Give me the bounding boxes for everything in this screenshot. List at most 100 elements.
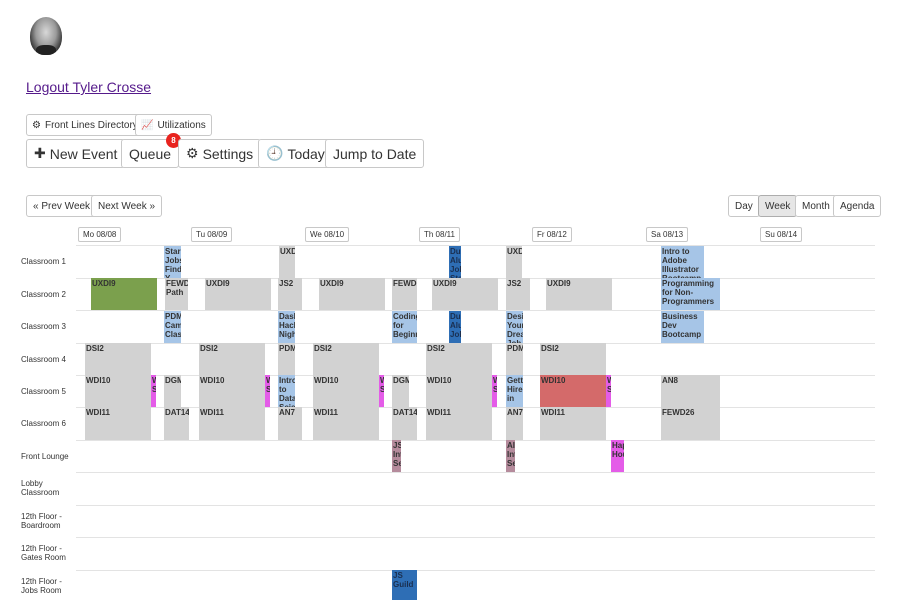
calendar-event[interactable]: JS2 bbox=[278, 278, 302, 310]
room-label-boardroom: 12th Floor - Boardroom bbox=[21, 512, 62, 530]
logout-link[interactable]: Logout Tyler Crosse bbox=[26, 79, 151, 95]
calendar-event[interactable]: AN7 bbox=[506, 407, 523, 440]
calendar-event[interactable]: JS Guild bbox=[392, 570, 417, 600]
day-header-sat[interactable]: Sa 08/13 bbox=[646, 227, 689, 242]
calendar-event[interactable]: UXDI9 bbox=[91, 278, 157, 310]
calendar-event[interactable]: AN7 bbox=[278, 407, 302, 440]
calendar-event[interactable]: Business Dev Bootcamp bbox=[661, 311, 704, 343]
calendar-event[interactable]: FEWD bbox=[392, 278, 417, 310]
day-header-tue[interactable]: Tu 08/09 bbox=[191, 227, 233, 242]
utilizations-label: Utilizations bbox=[157, 119, 206, 131]
calendar-event[interactable]: WDI10 bbox=[426, 375, 492, 407]
room-label-classroom-4: Classroom 4 bbox=[21, 354, 66, 364]
calendar-event[interactable]: AN8 bbox=[661, 375, 720, 407]
new-event-label: New Event bbox=[49, 145, 118, 162]
day-header-fri[interactable]: Fr 08/12 bbox=[532, 227, 572, 242]
calendar-event[interactable]: W S bbox=[606, 375, 611, 407]
settings-button[interactable]: ⚙ Settings bbox=[178, 139, 262, 168]
calendar-event[interactable]: DSI2 bbox=[199, 343, 265, 375]
calendar-event[interactable]: DSI2 bbox=[426, 343, 492, 375]
calendar-event[interactable]: UXD bbox=[279, 246, 295, 278]
calendar-event[interactable]: UXDI9 bbox=[432, 278, 498, 310]
calendar-event[interactable]: W S bbox=[492, 375, 497, 407]
calendar-event[interactable]: WDI10 bbox=[313, 375, 379, 407]
calendar-event[interactable]: UXD bbox=[506, 246, 522, 278]
calendar-event[interactable]: WDI11 bbox=[540, 407, 606, 440]
calendar-event[interactable]: Intro to Adobe Illustrator Bootcamp bbox=[661, 246, 704, 278]
day-header-mon[interactable]: Mo 08/08 bbox=[78, 227, 122, 242]
calendar-event[interactable]: WDI10 bbox=[85, 375, 151, 407]
calendar-event[interactable]: Programming for Non-Programmers bbox=[661, 278, 720, 310]
room-label-classroom-3: Classroom 3 bbox=[21, 321, 66, 331]
calendar-event[interactable]: W S bbox=[265, 375, 270, 407]
calendar-event[interactable]: W S bbox=[379, 375, 384, 407]
view-day-button[interactable]: Day bbox=[728, 195, 760, 217]
cogs-icon: ⚙ bbox=[32, 119, 41, 131]
calendar-event[interactable]: Dash Hack Night bbox=[278, 311, 295, 343]
calendar-event[interactable]: FEWD Path bbox=[165, 278, 188, 310]
calendar-event[interactable]: DGM bbox=[392, 375, 409, 407]
gear-icon: ⚙ bbox=[186, 145, 199, 161]
calendar-event[interactable]: DAT14 bbox=[392, 407, 417, 440]
calendar-event[interactable]: DSI2 bbox=[540, 343, 606, 375]
view-month-button[interactable]: Month bbox=[795, 195, 837, 217]
today-label: Today bbox=[287, 145, 325, 162]
user-avatar bbox=[30, 17, 62, 55]
calendar-event[interactable]: Star Jobs Find Y... bbox=[164, 246, 181, 278]
today-button[interactable]: 🕘 Today bbox=[258, 139, 333, 168]
line-chart-icon: 📈 bbox=[141, 119, 154, 131]
view-week-button[interactable]: Week bbox=[758, 195, 798, 217]
view-agenda-button[interactable]: Agenda bbox=[833, 195, 882, 217]
new-event-button[interactable]: ✚ New Event bbox=[26, 139, 126, 168]
settings-label: Settings bbox=[202, 145, 254, 162]
room-label-classroom-6: Classroom 6 bbox=[21, 418, 66, 428]
row-divider bbox=[76, 505, 875, 506]
day-header-sun[interactable]: Su 08/14 bbox=[760, 227, 803, 242]
calendar-event[interactable]: PDM bbox=[278, 343, 295, 375]
jump-to-date-label: Jump to Date bbox=[333, 145, 417, 162]
room-label-lobby-classroom: Lobby Classroom bbox=[21, 479, 60, 497]
room-label-front-lounge: Front Lounge bbox=[21, 451, 69, 461]
next-week-button[interactable]: Next Week » bbox=[91, 195, 163, 217]
queue-label: Queue bbox=[129, 145, 172, 162]
calendar-event[interactable]: Intro to Data Scie bbox=[278, 375, 295, 407]
calendar-event[interactable]: Du Alu Job bbox=[449, 311, 461, 343]
prev-week-button[interactable]: « Prev Week bbox=[26, 195, 98, 217]
calendar-event[interactable]: WDI10 bbox=[540, 375, 606, 407]
jump-to-date-button[interactable]: Jump to Date bbox=[325, 139, 425, 168]
calendar-event[interactable]: WDI11 bbox=[85, 407, 151, 440]
calendar-event[interactable]: UXDI9 bbox=[546, 278, 612, 310]
calendar-event[interactable]: FEWD26 bbox=[661, 407, 720, 440]
calendar-event[interactable]: AI Int Se bbox=[506, 440, 515, 472]
calendar-event[interactable]: UXDI9 bbox=[319, 278, 385, 310]
front-lines-directory-button[interactable]: ⚙ Front Lines Directory bbox=[26, 114, 144, 136]
day-header-wed[interactable]: We 08/10 bbox=[305, 227, 350, 242]
calendar-event[interactable]: Coding for Beginners bbox=[392, 311, 417, 343]
calendar-event[interactable]: WDI11 bbox=[199, 407, 265, 440]
calendar-event[interactable]: JS Int Se bbox=[392, 440, 401, 472]
calendar-event[interactable]: DGM bbox=[164, 375, 181, 407]
calendar-event[interactable]: DSI2 bbox=[85, 343, 151, 375]
calendar-event[interactable]: WDI11 bbox=[313, 407, 379, 440]
calendar-event[interactable]: DAT14 bbox=[164, 407, 189, 440]
calendar-event[interactable]: WDI10 bbox=[199, 375, 265, 407]
day-header-thu[interactable]: Th 08/11 bbox=[419, 227, 460, 242]
calendar-event[interactable]: PDM Camp Class bbox=[164, 311, 181, 343]
row-divider bbox=[76, 472, 875, 473]
room-label-gates-room: 12th Floor - Gates Room bbox=[21, 544, 66, 562]
calendar-event[interactable]: JS2 bbox=[506, 278, 530, 310]
row-divider bbox=[76, 570, 875, 571]
calendar-event[interactable]: Getti Hired in bbox=[506, 375, 523, 407]
calendar-event[interactable]: WDI11 bbox=[426, 407, 492, 440]
calendar-event[interactable]: PDM bbox=[506, 343, 523, 375]
front-lines-directory-label: Front Lines Directory bbox=[44, 119, 138, 131]
row-divider bbox=[76, 440, 875, 441]
row-divider bbox=[76, 310, 875, 311]
calendar-event[interactable]: W S bbox=[151, 375, 156, 407]
plus-icon: ✚ bbox=[34, 145, 46, 161]
calendar-event[interactable]: Hap Hou bbox=[611, 440, 624, 472]
row-divider bbox=[76, 245, 875, 246]
calendar-event[interactable]: DSI2 bbox=[313, 343, 379, 375]
calendar-event[interactable]: Desi Your Dream Job bbox=[506, 311, 523, 343]
calendar-event[interactable]: UXDI9 bbox=[205, 278, 271, 310]
